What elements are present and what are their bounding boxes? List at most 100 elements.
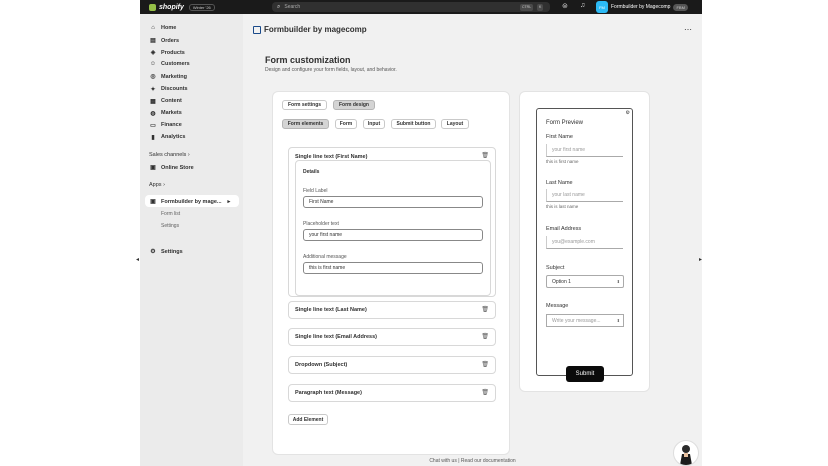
trash-icon[interactable]: 🗑 [481, 333, 489, 340]
additional-message-input[interactable]: this is first name [303, 262, 483, 274]
sidebar-item-marketing[interactable]: ◎ Marketing [149, 73, 187, 81]
sales-channels-label[interactable]: Sales channels › [149, 152, 190, 158]
email-input[interactable]: you@example.com [546, 236, 623, 249]
message-label: Message [546, 303, 569, 309]
preview-card: ⚙ Form Preview First Name your first nam… [519, 91, 650, 392]
tab-form-settings[interactable]: Form settings [282, 100, 327, 110]
products-icon: ◈ [150, 50, 156, 57]
element-first-name[interactable]: Single line text (First Name) 🗑 Details … [288, 147, 496, 297]
sidebar-item-label: Markets [161, 110, 182, 117]
bell-icon[interactable]: ♫ [580, 2, 585, 9]
spinner-arrows-icon: ⬍ [616, 318, 620, 323]
first-name-input[interactable]: your first name [546, 144, 623, 157]
preview-title: Form Preview [546, 120, 584, 126]
subject-value: Option 1 [552, 278, 571, 285]
shopify-bag-icon [149, 3, 156, 11]
sidebar-item-finance[interactable]: ▭ Finance [149, 122, 182, 129]
trash-icon[interactable]: 🗑 [481, 306, 489, 313]
sidebar-item-discounts[interactable]: ✦ Discounts [149, 86, 187, 93]
message-textarea[interactable]: Write your message... ⬍ [546, 314, 624, 327]
subject-select[interactable]: Option 1 ⬍ [546, 275, 624, 288]
store-chip: FBM [673, 3, 688, 11]
finance-icon: ▭ [150, 122, 156, 129]
top-bar: shopify Winter '26 ⌕ Search CTRL K ⊜ ♫ F… [140, 0, 702, 14]
search-bar[interactable]: ⌕ Search CTRL K [272, 2, 550, 12]
home-icon: ⌂ [151, 25, 155, 31]
page-subtitle: Design and configure your form fields, l… [265, 67, 397, 73]
right-edge-marker-icon: ▸ [699, 257, 703, 263]
pin-icon[interactable]: ▸ [228, 199, 231, 205]
sidebar-item-orders[interactable]: ▤ Orders [149, 37, 179, 45]
online-store-label: Online Store [161, 164, 194, 171]
element-title: Single line text (Email Address) [295, 334, 378, 340]
brand-name: shopify [159, 3, 184, 11]
element-message[interactable]: Paragraph text (Message) 🗑 [288, 384, 496, 402]
subtab-form[interactable]: Form [335, 119, 357, 129]
first-name-label: First Name [546, 134, 573, 140]
element-title: Paragraph text (Message) [295, 390, 362, 396]
footer-links[interactable]: Chat with us | Read our documentation [243, 458, 702, 464]
trash-icon[interactable]: 🗑 [481, 389, 489, 396]
apps-label[interactable]: Apps › [149, 182, 165, 188]
sidekick-icon[interactable]: ⊜ [562, 2, 568, 10]
details-panel: Details Field Label First Name Placehold… [295, 160, 491, 296]
element-title: Dropdown (Subject) [295, 362, 348, 368]
element-last-name[interactable]: Single line text (Last Name) 🗑 [288, 301, 496, 319]
placeholder-input[interactable]: your first name [303, 229, 483, 241]
sidebar-item-online-store[interactable]: ▣ Online Store [149, 164, 194, 172]
store-icon: ▣ [150, 165, 156, 171]
subject-label: Subject [546, 265, 565, 271]
sidebar-sub-settings[interactable]: Settings [161, 223, 179, 229]
last-name-input[interactable]: your last name [546, 189, 623, 202]
element-email[interactable]: Single line text (Email Address) 🗑 [288, 328, 496, 346]
editor-card: Form settings Form design Form elements … [272, 91, 510, 455]
store-name: Formbuilder by Magecomp [611, 4, 671, 10]
subtab-layout[interactable]: Layout [441, 119, 469, 129]
sidebar-item-label: Products [161, 49, 185, 56]
markets-icon: ◍ [150, 110, 156, 117]
shopify-logo[interactable]: shopify Winter '26 [149, 3, 215, 11]
sidebar-item-label: Home [161, 25, 177, 31]
email-label: Email Address [546, 226, 582, 232]
sidebar-item-customers[interactable]: ☺ Customers [149, 61, 190, 67]
sidebar-item-home[interactable]: ⌂ Home [149, 25, 176, 31]
details-heading: Details [303, 169, 320, 175]
app-title: Formbuilder by magecomp [253, 25, 367, 34]
orders-icon: ▤ [150, 38, 156, 45]
sidebar-item-analytics[interactable]: ▮ Analytics [149, 134, 185, 141]
subtab-input[interactable]: Input [363, 119, 385, 129]
sidebar-item-settings[interactable]: ⚙ Settings [149, 248, 182, 256]
select-arrows-icon: ⬍ [616, 279, 620, 284]
add-element-button[interactable]: Add Element [288, 414, 328, 425]
gear-icon: ⚙ [150, 249, 156, 255]
last-name-hint: this is last name [546, 204, 579, 209]
app-logo-icon [253, 25, 261, 34]
tab-form-design[interactable]: Form design [333, 100, 375, 110]
trash-icon[interactable]: 🗑 [481, 152, 489, 159]
field-label-input[interactable]: First Name [303, 196, 483, 208]
element-subject[interactable]: Dropdown (Subject) 🗑 [288, 356, 496, 374]
sidebar-item-products[interactable]: ◈ Products [149, 49, 185, 57]
sidebar-item-markets[interactable]: ◍ Markets [149, 110, 182, 117]
sidebar-item-label: Content [161, 98, 182, 105]
marketing-icon: ◎ [150, 74, 156, 81]
sidebar-item-formbuilder[interactable]: ▣ Formbuilder by mage... ▸ [149, 198, 231, 206]
sidebar: ⌂ Home ▤ Orders ◈ Products ☺ Customers ◎ Marketin… [140, 14, 243, 466]
subtab-submit-button[interactable]: Submit button [391, 119, 436, 129]
more-actions-icon[interactable]: ⋯ [684, 25, 692, 34]
settings-gear-icon[interactable]: ⚙ [626, 110, 630, 116]
sidebar-sub-form-list[interactable]: Form list [161, 211, 180, 217]
app-name-label: Formbuilder by mage... [161, 198, 222, 205]
subtab-form-elements[interactable]: Form elements [282, 119, 329, 129]
discounts-icon: ✦ [150, 86, 156, 93]
submit-button[interactable]: Submit [566, 366, 604, 382]
search-placeholder: Search [284, 4, 301, 10]
admin-frame: shopify Winter '26 ⌕ Search CTRL K ⊜ ♫ F… [140, 0, 702, 466]
store-menu[interactable]: FM Formbuilder by Magecomp FBM [596, 1, 688, 13]
trash-icon[interactable]: 🗑 [481, 361, 489, 368]
first-name-hint: this is first name [546, 159, 579, 164]
chat-avatar[interactable] [673, 440, 699, 466]
sidebar-item-content[interactable]: ▦ Content [149, 98, 182, 105]
field-label-label: Field Label [303, 188, 328, 194]
app-title-text: Formbuilder by magecomp [264, 25, 367, 34]
